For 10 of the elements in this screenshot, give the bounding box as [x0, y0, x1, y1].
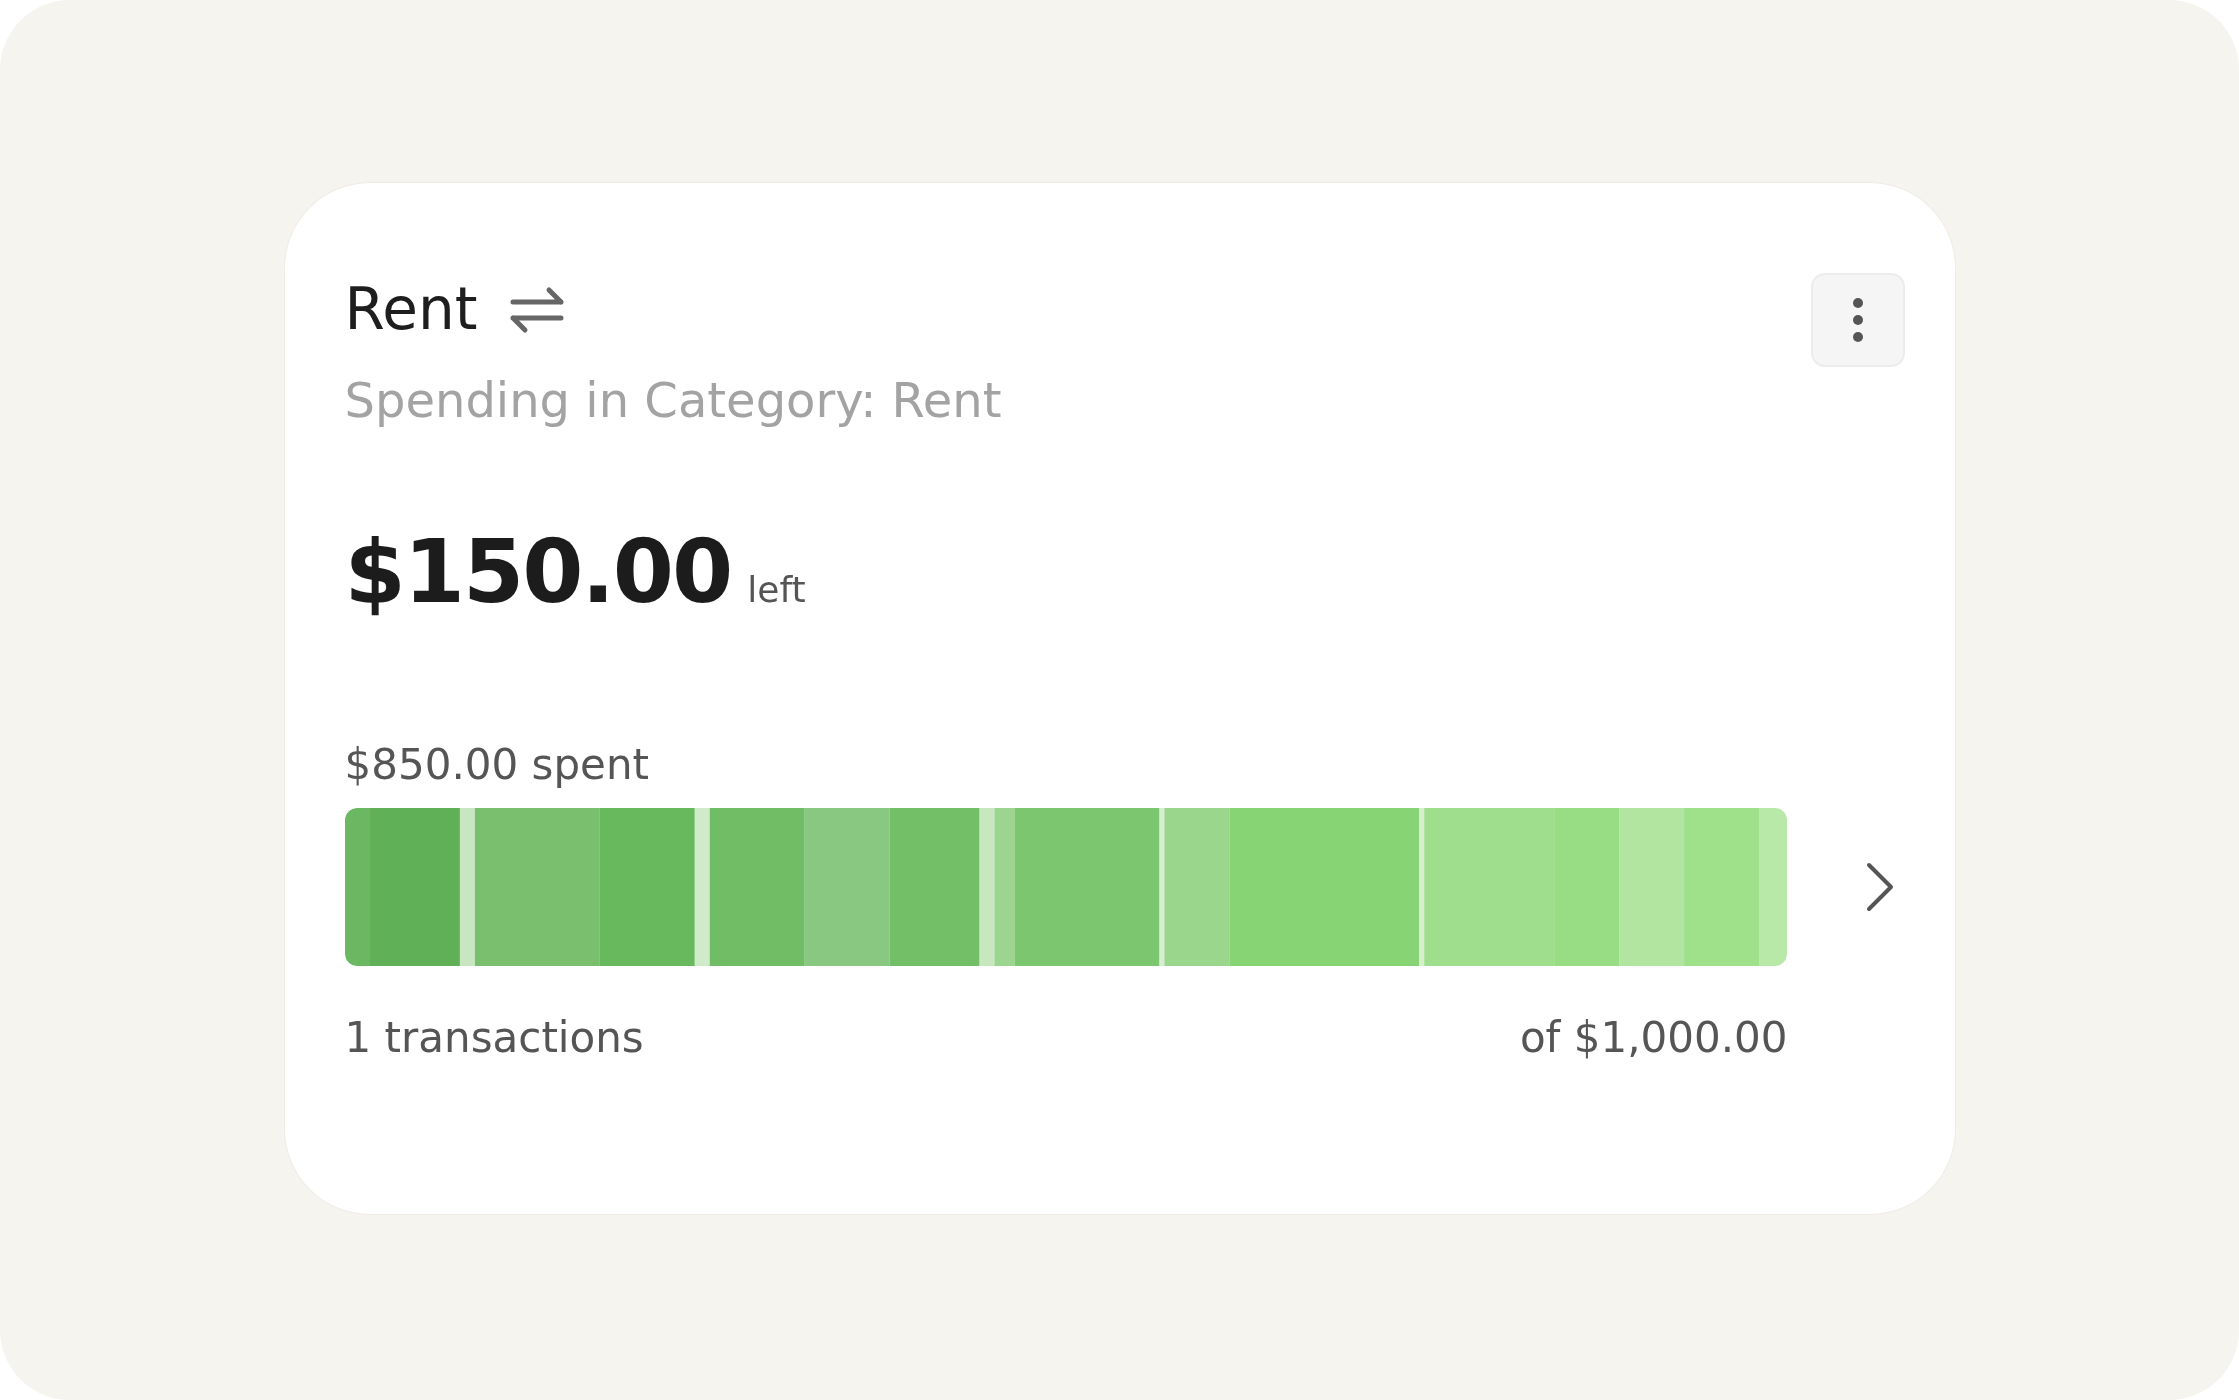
- chevron-right-icon[interactable]: [1864, 860, 1895, 913]
- spent-label: $850.00 spent: [344, 738, 650, 791]
- amount-label: left: [747, 567, 806, 612]
- card-subtitle: Spending in Category: Rent: [344, 370, 1002, 430]
- more-icon: [1851, 297, 1864, 343]
- amount-left: $150.00: [344, 518, 732, 625]
- transactions-count: 1 transactions: [344, 1011, 644, 1064]
- budget-total: of $1,000.00: [1519, 1011, 1788, 1064]
- more-button[interactable]: [1810, 273, 1905, 367]
- card-title: Rent: [344, 278, 478, 342]
